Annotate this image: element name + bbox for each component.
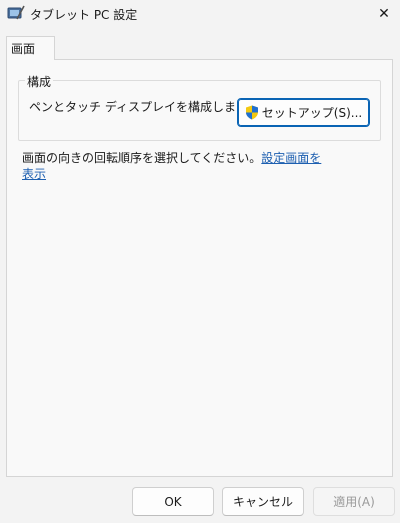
setup-button[interactable]: セットアップ(S)... [237,98,370,127]
tab-panel-display: 構成 ペンとタッチ ディスプレイを構成します。 セットアップ(S)... 画面の… [6,59,393,477]
uac-shield-icon [245,105,258,120]
ok-button[interactable]: OK [132,487,214,516]
close-icon: ✕ [378,6,390,22]
close-button[interactable]: ✕ [368,0,400,28]
title-bar: タブレット PC 設定 ✕ [0,0,400,28]
tablet-pc-app-icon [7,5,25,20]
window-title: タブレット PC 設定 [30,8,138,22]
apply-button[interactable]: 適用(A) [313,487,395,516]
tab-display[interactable]: 画面 [6,36,55,60]
cancel-button[interactable]: キャンセル [222,487,304,516]
config-description: ペンとタッチ ディスプレイを構成します。 [29,100,259,114]
rotation-text: 画面の向きの回転順序を選択してください。 [22,151,262,165]
tab-display-label: 画面 [11,42,36,56]
config-group-label: 構成 [25,73,54,90]
rotation-instructions: 画面の向きの回転順序を選択してください。設定画面を表示 [22,150,322,182]
setup-button-label: セットアップ(S)... [261,106,363,120]
config-groupbox: 構成 ペンとタッチ ディスプレイを構成します。 セットアップ(S)... [18,73,381,141]
